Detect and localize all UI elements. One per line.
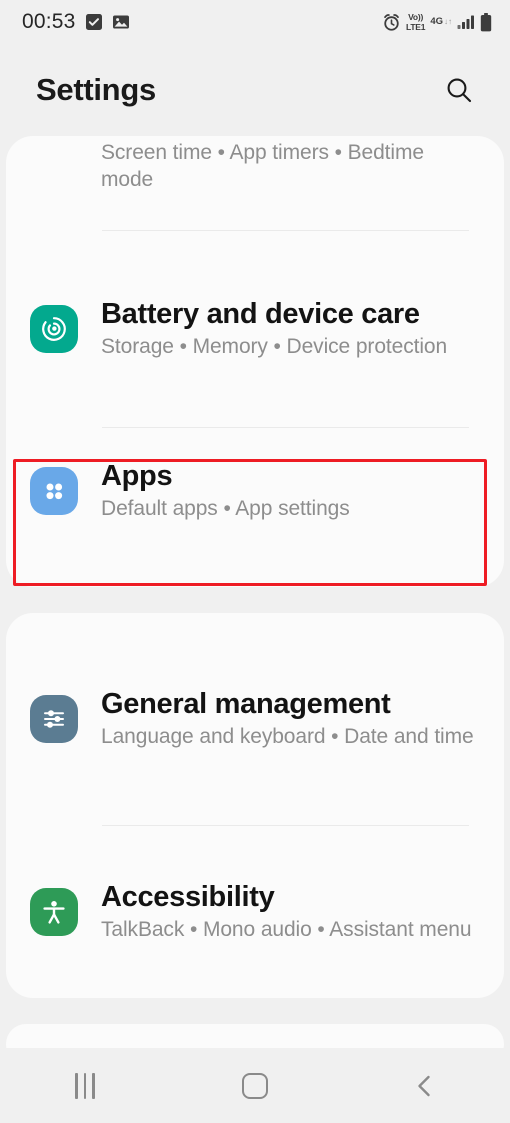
list-item-text: Apps Default apps • App settings (101, 459, 478, 522)
data-arrows-icon: ↓↑ (444, 16, 452, 26)
checkbox-icon (85, 14, 102, 30)
list-item-general-management[interactable]: General management Language and keyboard… (6, 613, 504, 825)
apps-grid-glyph (46, 483, 63, 500)
recents-icon (75, 1072, 95, 1099)
recents-button[interactable] (42, 1056, 128, 1116)
list-item-apps[interactable]: Apps Default apps • App settings (6, 428, 504, 554)
signal-bars-icon (457, 15, 474, 29)
volte-line2: LTE1 (405, 21, 426, 32)
battery-icon (480, 12, 492, 31)
home-button[interactable] (212, 1056, 298, 1116)
list-item-subtitle: Language and keyboard • Date and time (101, 724, 474, 748)
list-item-text: General management Language and keyboard… (101, 687, 478, 750)
status-clock: 00:53 (22, 10, 76, 33)
list-item-battery-and-device-care[interactable]: Battery and device care Storage • Memory… (6, 231, 504, 427)
network-type-icon: 4G ↓↑ (430, 17, 452, 27)
list-item-title: Accessibility (101, 881, 275, 914)
volte-line1: Vo)) (408, 12, 424, 22)
list-item-text: Screen time • App timers • Bedtime mode (101, 138, 478, 194)
image-icon (112, 15, 129, 29)
back-chevron-icon (418, 1075, 430, 1096)
apps-grid-icon (30, 467, 78, 515)
list-item-subtitle: Default apps • App settings (101, 496, 350, 520)
accessibility-person-icon (30, 888, 78, 936)
alarm-clock-icon (384, 13, 399, 31)
settings-card-next-partial[interactable] (6, 1024, 504, 1048)
sliders-icon (30, 695, 78, 743)
network-type-label: 4G (430, 16, 443, 28)
list-item-subtitle: Storage • Memory • Device protection (101, 334, 448, 358)
list-item-title: General management (101, 688, 391, 721)
volte-icon: Vo)) LTE1 (405, 12, 426, 32)
page-title: Settings (36, 72, 156, 107)
status-bar: 00:53 Vo)) LTE1 4G ↓↑ (0, 0, 510, 44)
settings-list[interactable]: Screen time • App timers • Bedtime mode … (0, 136, 510, 1048)
accessibility-person-glyph (43, 901, 65, 924)
list-item-subtitle: TalkBack • Mono audio • Assistant menu (101, 917, 472, 941)
search-button[interactable] (436, 67, 482, 113)
back-button[interactable] (382, 1056, 468, 1116)
battery-care-icon (30, 305, 78, 353)
list-item-subtitle: Screen time • App timers • Bedtime mode (101, 141, 424, 191)
settings-card-1: Screen time • App timers • Bedtime mode … (6, 136, 504, 587)
navigation-bar (0, 1048, 510, 1123)
app-header: Settings (0, 44, 510, 136)
list-item-title: Apps (101, 460, 173, 493)
status-bar-right: Vo)) LTE1 4G ↓↑ (382, 12, 492, 32)
home-icon (242, 1072, 268, 1099)
list-item-digital-wellbeing[interactable]: Screen time • App timers • Bedtime mode (6, 136, 504, 230)
settings-screen: 00:53 Vo)) LTE1 4G ↓↑ Settings Screen ti… (0, 0, 510, 1123)
search-icon (447, 78, 472, 103)
list-item-text: Battery and device care Storage • Memory… (101, 297, 478, 360)
sliders-glyph (44, 710, 64, 728)
list-item-text: Accessibility TalkBack • Mono audio • As… (101, 880, 478, 943)
list-item-accessibility[interactable]: Accessibility TalkBack • Mono audio • As… (6, 826, 504, 998)
list-item-title: Battery and device care (101, 298, 420, 331)
status-bar-left: 00:53 (22, 10, 130, 34)
settings-card-2: General management Language and keyboard… (6, 613, 504, 998)
battery-care-glyph (42, 317, 66, 341)
